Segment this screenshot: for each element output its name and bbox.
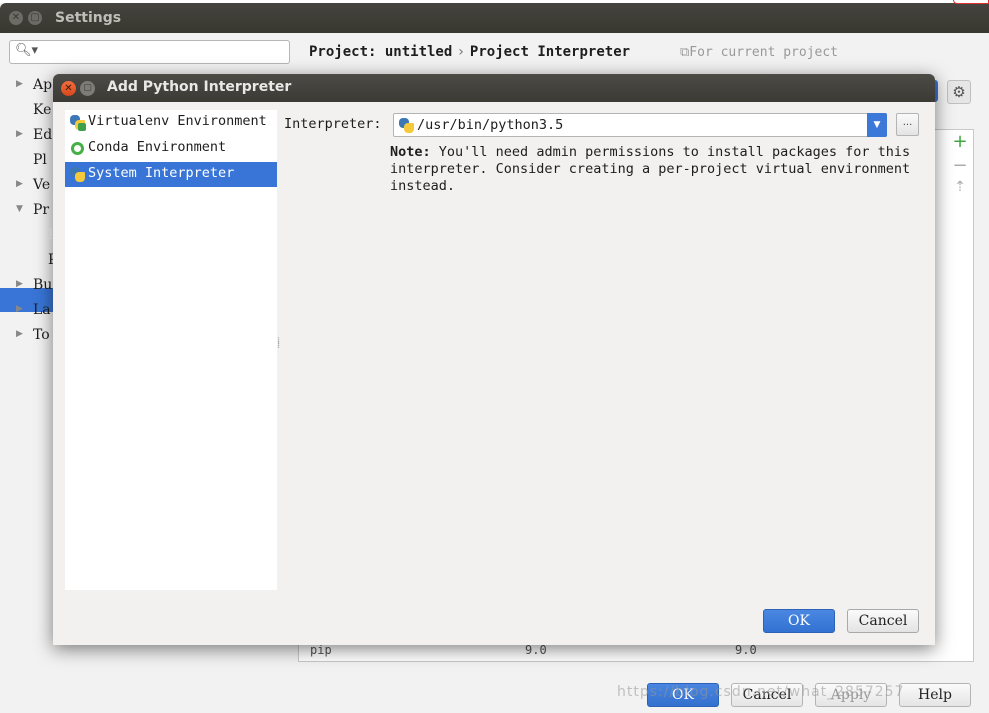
expand-arrow-icon[interactable]: ▶: [16, 79, 23, 89]
tree-item[interactable]: Ke: [0, 100, 60, 122]
splitter-handle[interactable]: ⁞ ⁞: [277, 337, 280, 351]
expand-arrow-icon[interactable]: ▶: [16, 329, 23, 339]
for-current-project: ⧉For current project: [680, 45, 838, 60]
tree-item[interactable]: P: [0, 250, 60, 272]
browse-button[interactable]: ...: [896, 113, 919, 136]
tree-item-label: Pr: [33, 202, 50, 218]
tree-item-label: La: [33, 302, 51, 318]
note-prefix: Note:: [390, 144, 431, 160]
tree-item[interactable]: ▶ Ed: [0, 125, 60, 147]
environment-type-list: Virtualenv Environment Conda Environment…: [65, 110, 277, 590]
expand-arrow-icon[interactable]: ▶: [16, 304, 23, 314]
dialog-title: Add Python Interpreter: [107, 79, 292, 95]
expand-arrow-icon[interactable]: ▶: [16, 129, 23, 139]
tree-item[interactable]: ▼ Pr: [0, 200, 60, 222]
tree-item-label: Ve: [33, 177, 51, 193]
note-text: You'll need admin permissions to install…: [390, 144, 911, 194]
breadcrumb: Project: untitled › Project Interpreter: [309, 44, 630, 60]
maximize-icon[interactable]: ▢: [80, 81, 95, 96]
tree-item[interactable]: ▶ La: [0, 300, 60, 322]
package-version: 9.0: [525, 643, 547, 657]
env-item-label: System Interpreter: [88, 165, 235, 181]
tree-item-label: Ke: [33, 102, 52, 118]
tree-item-label: Ed: [33, 127, 53, 143]
settings-search-input[interactable]: 🔍︎▾: [9, 40, 290, 64]
env-item-conda[interactable]: Conda Environment: [65, 136, 277, 161]
tree-item[interactable]: ▶ To: [0, 325, 60, 347]
tree-item-label: Pl: [33, 152, 47, 168]
add-python-interpreter-dialog: ✕ ▢ Add Python Interpreter Virtualenv En…: [53, 74, 935, 645]
expand-arrow-icon[interactable]: ▶: [16, 179, 23, 189]
maximize-icon[interactable]: ▢: [28, 11, 42, 25]
tree-item-label: Bu: [33, 277, 53, 293]
cancel-button[interactable]: Cancel: [847, 609, 919, 633]
tree-item[interactable]: P: [0, 225, 60, 247]
dialog-titlebar: ✕ ▢ Add Python Interpreter: [53, 74, 935, 102]
breadcrumb-separator: ›: [458, 44, 464, 60]
env-item-virtualenv[interactable]: Virtualenv Environment: [65, 110, 277, 135]
env-item-system[interactable]: System Interpreter: [65, 162, 277, 187]
env-item-label: Conda Environment: [88, 139, 227, 155]
search-icon: 🔍︎▾: [15, 43, 39, 58]
close-icon[interactable]: ✕: [9, 11, 23, 25]
python-icon: [399, 118, 414, 133]
env-item-label: Virtualenv Environment: [88, 113, 267, 129]
for-current-project-label: For current project: [689, 45, 839, 60]
interpreter-value: /usr/bin/python3.5: [417, 117, 564, 133]
table-row: pip 9.0 9.0: [310, 643, 757, 657]
package-name: pip: [310, 643, 332, 657]
window-title: Settings: [55, 10, 122, 26]
background-window-edge: [953, 0, 989, 4]
chevron-down-icon[interactable]: ▼: [867, 113, 887, 137]
remove-package-icon[interactable]: −: [946, 155, 974, 176]
settings-titlebar: ✕ ▢ Settings: [0, 3, 989, 33]
python-icon: [70, 167, 85, 182]
tree-item[interactable]: ▶ Bu: [0, 275, 60, 297]
breadcrumb-page: Project Interpreter: [469, 44, 631, 60]
breadcrumb-project: Project: untitled: [309, 44, 453, 60]
tree-item[interactable]: ▶ Ve: [0, 175, 60, 197]
expand-arrow-icon[interactable]: ▶: [16, 279, 23, 289]
interpreter-select[interactable]: /usr/bin/python3.5 ▼: [393, 113, 887, 137]
interpreter-label: Interpreter:: [284, 116, 382, 132]
expand-arrow-icon[interactable]: ▼: [16, 204, 23, 214]
settings-help-button[interactable]: Help: [899, 683, 971, 707]
add-package-icon[interactable]: +: [946, 131, 974, 152]
watermark: https://blog.csdn.net/what_2857257: [617, 684, 905, 700]
tree-item[interactable]: Pl: [0, 150, 60, 172]
close-icon[interactable]: ✕: [61, 81, 76, 96]
gear-icon[interactable]: ⚙: [947, 80, 971, 104]
tree-item-label: Ap: [33, 77, 53, 93]
upgrade-package-icon[interactable]: ⇡: [946, 179, 974, 195]
copy-icon: ⧉: [680, 45, 690, 60]
conda-icon: [71, 142, 84, 155]
ok-button[interactable]: OK: [763, 609, 835, 633]
package-latest: 9.0: [735, 643, 757, 657]
admin-note: Note: You'll need admin permissions to i…: [390, 144, 920, 195]
virtualenv-icon: [70, 115, 86, 131]
tree-item-label: To: [33, 327, 50, 343]
tree-item[interactable]: ▶ Ap: [0, 75, 60, 97]
